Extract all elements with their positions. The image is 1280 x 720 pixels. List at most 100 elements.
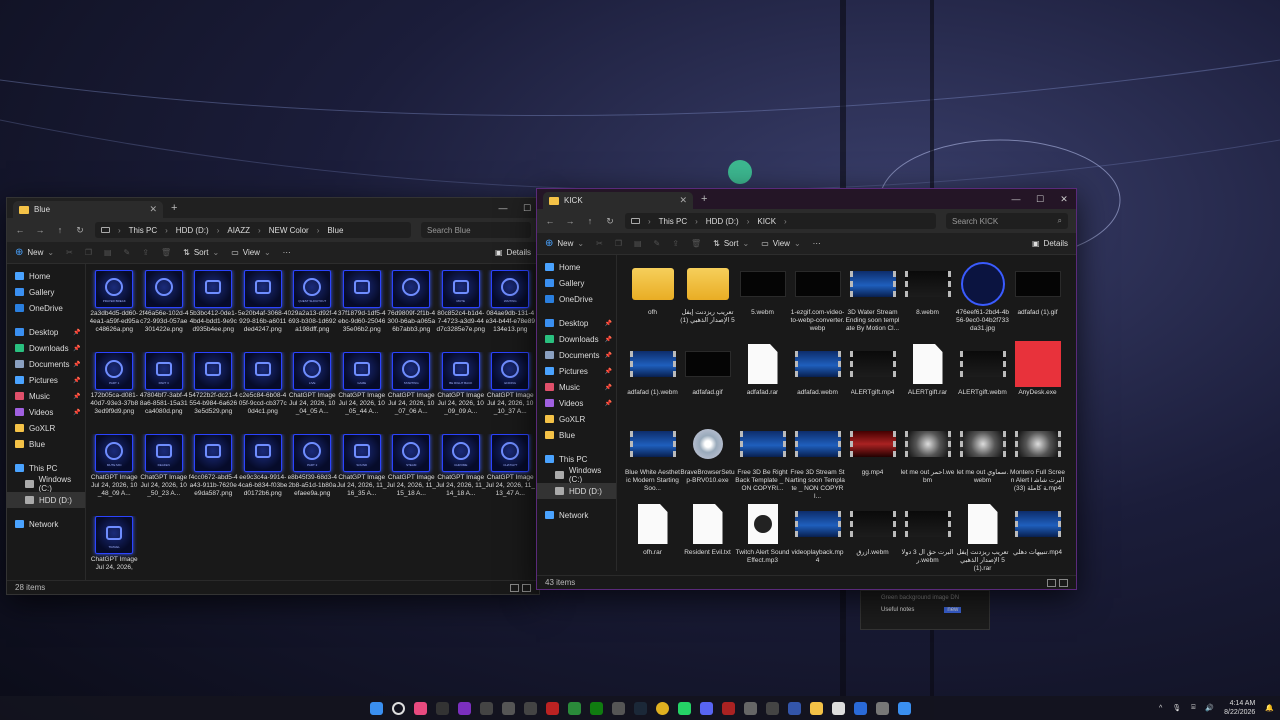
sidebar-item-music[interactable]: Music 📌 [537,379,616,395]
breadcrumb-item[interactable]: AIAZZ [227,226,250,235]
sidebar-item-home[interactable]: Home [537,259,616,275]
view-button[interactable]: ▭ View ⌄ [231,248,270,257]
file-item[interactable]: Free 3D Be Right Back Template _ NON COP… [735,421,790,501]
clock[interactable]: 4:14 AM 8/22/2026 [1224,699,1255,717]
file-item[interactable]: adfafad.webm [790,341,845,421]
breadcrumb[interactable]: › This PC › HDD (D:) › KICK › [625,213,936,229]
sidebar-item-videos[interactable]: Videos 📌 [537,395,616,411]
minimize-button[interactable]: — [1004,194,1028,205]
tiles-view-button[interactable] [1059,578,1068,587]
forward-icon[interactable]: → [35,225,45,235]
details-button[interactable]: ▣ Details [495,248,531,257]
sidebar-item-onedrive[interactable]: OneDrive [537,291,616,307]
back-icon[interactable]: ← [545,216,555,226]
file-item[interactable]: 2f46a56e-102d-4c72-993d-057ae301422e.png [139,270,189,352]
file-item[interactable]: PART 2 e8b45f39-68d3-42b8-a51d-1b80aefaee… [288,434,337,516]
file-item[interactable]: 76d9809f-2f1b-4300-b6ab-a065a6b7abb3.png [387,270,437,352]
minimize-button[interactable]: — [491,203,515,214]
file-item[interactable]: MUTE MIC ChatGPT Image Jul 24, 2026, 10_4… [90,434,140,516]
file-item[interactable]: PRAYER BREAK 2a3db4d5-dd60-4ea1-a59f-ed95… [90,270,139,352]
details-button[interactable]: ▣ Details [1032,239,1068,248]
file-item[interactable]: 5e20b4af-3068-4929-816b-a6011ded4247.png [238,270,288,352]
sidebar-item-windows-c[interactable]: Windows (C:) [537,466,616,484]
file-explorer-icon[interactable] [809,701,823,715]
new-button[interactable]: ⊕ New ⌄ [545,238,584,249]
file-item[interactable]: QUEST SHOUTOUT 029a2a13-d92f-4693-b308-1d… [288,270,337,352]
whatsapp-icon[interactable] [677,701,691,715]
file-item[interactable]: STARTING ChatGPT Image Jul 24, 2026, 10_0… [387,352,437,434]
app-icon[interactable] [545,701,559,715]
app-icon[interactable] [479,701,493,715]
file-item[interactable]: البرت حق ال 3 دولار.webm [900,501,955,581]
file-item[interactable]: f4cc0672-abd5-4a43-911b-7620ee9da587.png [189,434,239,516]
app-icon[interactable] [831,701,845,715]
file-item[interactable]: ازرق.webm [845,501,900,581]
file-item[interactable]: let me out سماوي.webm [955,421,1010,501]
share-icon[interactable]: ⇪ [142,248,149,257]
file-item[interactable]: 54722b2f-dc21-4554-b984-6a6263e5d529.png [189,352,239,434]
app-icon[interactable] [457,701,471,715]
sidebar-item-hdd-d[interactable]: HDD (D:) [537,483,616,499]
network-icon[interactable]: ⌸ [1191,704,1195,712]
file-item[interactable]: DEAFEN ChatGPT Image Jul 24, 2026, 10_50_… [139,434,189,516]
more-icon[interactable]: ··· [283,248,291,257]
rename-icon[interactable]: ✎ [654,239,661,248]
file-item[interactable]: adfafad (1).webm [625,341,680,421]
sidebar-item-onedrive[interactable]: OneDrive [7,300,85,316]
sidebar-item-blue[interactable]: Blue [537,427,616,443]
file-item[interactable]: ee9c3c4a-9914-4ca6-b834-f03bed0172b6.png [238,434,288,516]
sidebar-item-documents[interactable]: Documents 📌 [7,356,85,372]
maximize-button[interactable]: ☐ [1028,194,1052,205]
app-icon[interactable] [765,701,779,715]
file-item[interactable]: 8.webm [900,261,955,341]
xbox-icon[interactable] [589,701,603,715]
file-item[interactable]: تعريب ريزدنت إيفل 5 الإصدار الذهبي (1).r… [955,501,1010,581]
paste-icon[interactable]: ▤ [634,239,642,248]
breadcrumb-item[interactable]: KICK [757,217,776,226]
file-item[interactable]: تعريب ريزدنت إيفل 5 الإصدار الذهبي (1) [680,261,735,341]
up-icon[interactable]: ↑ [55,225,65,235]
file-item[interactable]: PART 3 47804bf7-3abf-48a6-8581-15a31ca408… [139,352,189,434]
new-button[interactable]: ⊕ New ⌄ [15,247,54,258]
discord-icon[interactable] [699,701,713,715]
sidebar-item-documents[interactable]: Documents 📌 [537,347,616,363]
paste-icon[interactable]: ▤ [104,248,112,257]
file-item[interactable]: 3D Water Stream Ending soon template By … [845,261,900,341]
view-button[interactable]: ▭ View ⌄ [761,239,800,248]
up-icon[interactable]: ↑ [585,216,595,226]
file-item[interactable]: Blue White Aesthetic Modern Starting Soo… [625,421,680,501]
file-item[interactable]: 476eef61-2bd4-4b56-9ec0-04b2f733da31.jpg [955,261,1010,341]
sidebar-item-goxlr[interactable]: GoXLR [537,411,616,427]
file-item[interactable]: GAME ChatGPT Image Jul 24, 2026, 10_05_44… [337,352,387,434]
refresh-icon[interactable]: ↻ [75,225,85,236]
cut-icon[interactable]: ✂ [596,239,603,248]
tiles-view-button[interactable] [522,583,531,592]
file-item[interactable]: STEAM ChatGPT Image Jul 24, 2026, 11_15_1… [387,434,437,516]
breadcrumb[interactable]: › This PC › HDD (D:) › AIAZZ › NEW Color › B… [95,222,411,238]
file-item[interactable]: LIVE ChatGPT Image Jul 24, 2026, 10_04_05… [288,352,338,434]
sidebar-item-videos[interactable]: Videos 📌 [7,404,85,420]
file-item[interactable]: c2e5c84-6b08-405f-9ccd-cb377c0d4c1.png [238,352,288,434]
file-item[interactable]: Resident Evil.txt [680,501,735,581]
app-icon[interactable] [897,701,911,715]
app-icon[interactable] [611,701,625,715]
breadcrumb-item[interactable]: This PC [659,217,687,226]
app-icon[interactable] [567,701,581,715]
file-item[interactable]: CHATGPT ChatGPT Image Jul 24, 2026, 11_13… [486,434,536,516]
app-icon[interactable] [501,701,515,715]
breadcrumb-item[interactable]: HDD (D:) [706,217,739,226]
search-input[interactable]: Search KICK ⌕ [946,213,1068,229]
sidebar-item-network[interactable]: Network [7,516,85,532]
close-window-button[interactable]: ✕ [1052,194,1076,205]
file-item[interactable]: تنبيهات دهلي.mp4 [1010,501,1065,581]
forward-icon[interactable]: → [565,216,575,226]
file-item[interactable]: ofh [625,261,680,341]
file-item[interactable]: CHROME ChatGPT Image Jul 24, 2026, 11_14_… [436,434,486,516]
chevron-up-icon[interactable]: ^ [1159,705,1162,712]
file-item[interactable]: Montero Full Screen Alert l البرت شاشة ك… [1010,421,1065,501]
details-view-button[interactable] [1047,578,1056,587]
microphone-icon[interactable]: 🎙 [1172,704,1181,712]
new-tab-button[interactable]: + [701,193,707,205]
copy-icon[interactable]: ❐ [615,239,622,248]
app-icon[interactable] [787,701,801,715]
